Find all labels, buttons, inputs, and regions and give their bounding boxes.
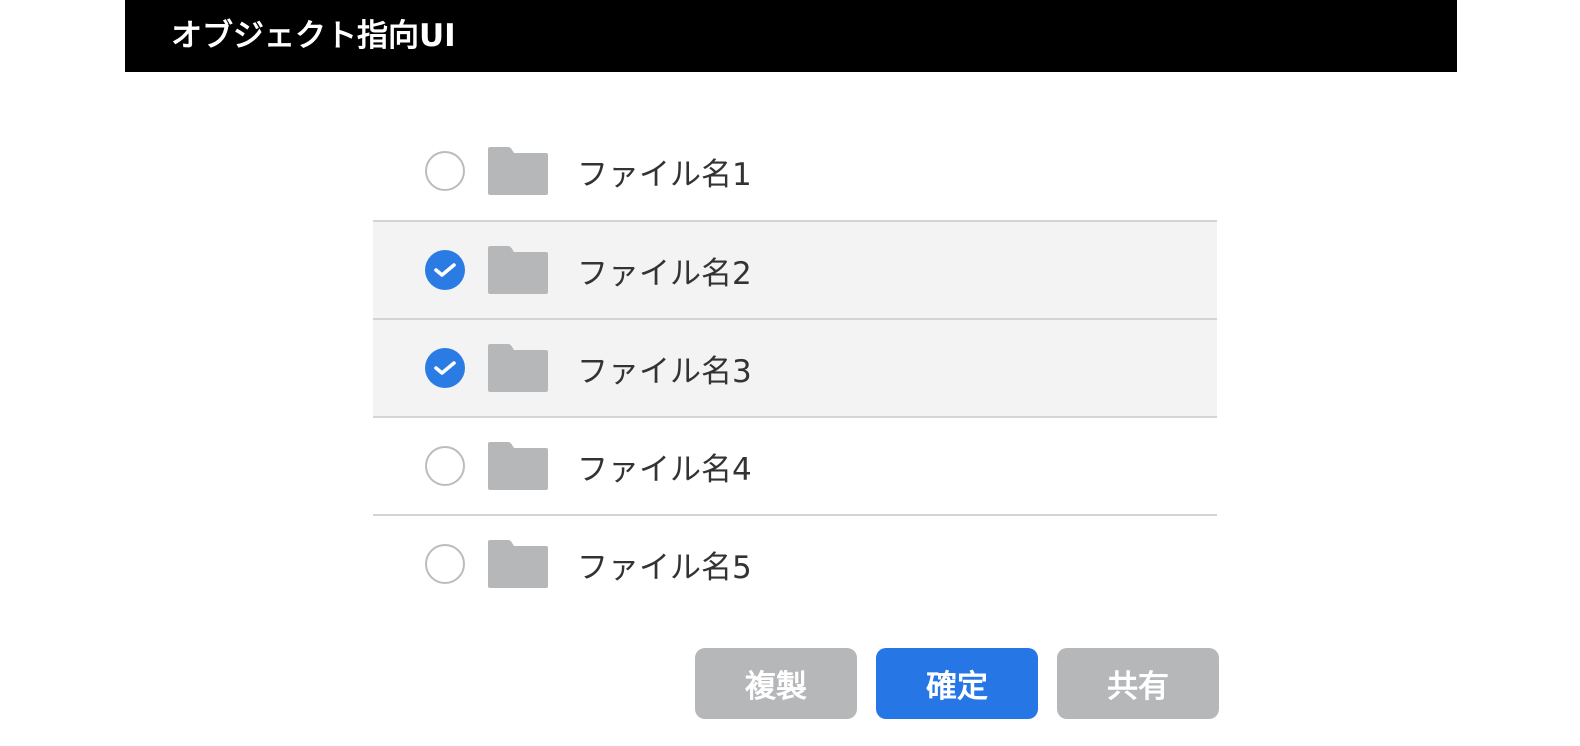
folder-icon [487, 146, 549, 196]
check-icon [434, 263, 456, 277]
select-radio[interactable] [425, 544, 465, 584]
check-icon [434, 361, 456, 375]
folder-icon [487, 343, 549, 393]
file-row-2[interactable]: ファイル名2 [373, 220, 1217, 318]
file-list: ファイル名1 ファイル名2 ファイル名3 ファイル名4 ファイル名5 [373, 122, 1217, 612]
folder-icon [487, 441, 549, 491]
file-name: ファイル名5 [577, 549, 752, 586]
file-name: ファイル名3 [577, 353, 752, 390]
file-row-1[interactable]: ファイル名1 [373, 122, 1217, 220]
folder-icon [487, 539, 549, 589]
select-radio[interactable] [425, 446, 465, 486]
file-name: ファイル名4 [577, 451, 752, 488]
file-row-3[interactable]: ファイル名3 [373, 318, 1217, 416]
confirm-button[interactable]: 確定 [876, 648, 1038, 719]
folder-icon [487, 245, 549, 295]
select-radio[interactable] [425, 151, 465, 191]
file-row-4[interactable]: ファイル名4 [373, 416, 1217, 514]
select-radio[interactable] [425, 348, 465, 388]
file-name: ファイル名1 [577, 156, 752, 193]
file-name: ファイル名2 [577, 255, 752, 292]
duplicate-button[interactable]: 複製 [695, 648, 857, 719]
app-header: オブジェクト指向UI [125, 0, 1457, 72]
app-title: オブジェクト指向UI [171, 18, 456, 54]
file-row-5[interactable]: ファイル名5 [373, 514, 1217, 612]
share-button[interactable]: 共有 [1057, 648, 1219, 719]
select-radio[interactable] [425, 250, 465, 290]
